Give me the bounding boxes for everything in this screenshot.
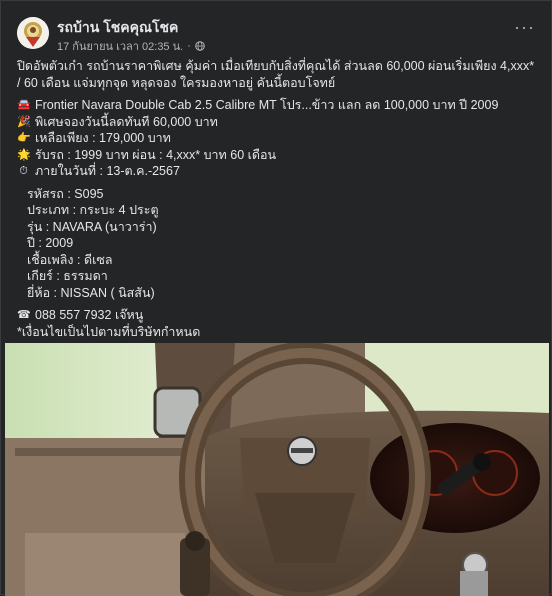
page-name-link[interactable]: รถบ้าน โชคคุณโชค: [57, 17, 178, 39]
post-photo[interactable]: [5, 343, 549, 596]
avatar-logo-icon: [17, 17, 49, 49]
spec-list: รหัสรถ : S095 ประเภท : กระบะ 4 ประตู รุ่…: [27, 186, 535, 302]
timer-icon: ⏱: [19, 165, 28, 177]
page-avatar[interactable]: [17, 17, 49, 49]
spec-item: รหัสรถ : S095: [27, 186, 104, 201]
phone-icon: ☎: [17, 309, 31, 321]
spec-item: ยี่ห้อ : NISSAN ( นิสสัน): [27, 285, 155, 300]
phone-line: ☎ 088 557 7932 เจ๊หนู: [17, 307, 535, 324]
post-card: รถบ้าน โชคคุณโชค 17 กันยายน เวลา 02:35 น…: [0, 0, 552, 596]
spec-item: ประเภท : กระบะ 4 ประตู: [27, 203, 159, 217]
car-interior-image: [5, 343, 549, 596]
spec-item: เชื้อเพลิง : ดีเซล: [27, 252, 113, 267]
post-header: รถบ้าน โชคคุณโชค 17 กันยายน เวลา 02:35 น…: [17, 15, 535, 55]
post-timestamp[interactable]: 17 กันยายน เวลา 02:35 น.: [57, 37, 183, 55]
more-options-button[interactable]: ···: [514, 18, 535, 36]
party-icon: 🎉: [17, 115, 31, 128]
spec-item: ปี : 2009: [27, 236, 74, 250]
post-body: ปิดอัพตัวเก๋า รถบ้านราคาพิเศษ คุ้มค่า เม…: [17, 58, 535, 340]
post-intro: ปิดอัพตัวเก๋า รถบ้านราคาพิเศษ คุ้มค่า เม…: [17, 59, 535, 90]
car-icon: 🚘: [17, 99, 31, 111]
disclaimer: *เงื่อนไขเป็นไปตามที่บริษัทกำหนด: [17, 324, 201, 339]
highlight-line: 🌟 รับรถ : 1999 บาท ผ่อน : 4,xxx* บาท 60 …: [17, 147, 277, 162]
contact-section: ☎ 088 557 7932 เจ๊หนู *เงื่อนไขเป็นไปตาม…: [17, 307, 535, 340]
spec-item: เกียร์ : ธรรมดา: [27, 269, 108, 283]
highlight-line: 👉 เหลือเพียง : 179,000 บาท: [17, 131, 171, 145]
spec-item: รุ่น : NAVARA (นาวาร่า): [27, 219, 157, 234]
post-meta: 17 กันยายน เวลา 02:35 น. ·: [57, 37, 205, 55]
highlight-line: ⏱ ภายในวันที่ : 13-ต.ค.-2567: [17, 163, 535, 180]
phone-number[interactable]: 088 557 7932 เจ๊หนู: [35, 307, 143, 324]
sun-icon: 🌟: [17, 148, 31, 161]
globe-icon: [195, 41, 205, 51]
highlight-line: 🎉 พิเศษจองวันนี้ลดทันที 60,000 บาท: [17, 114, 218, 129]
highlight-line: 🚘 Frontier Navara Double Cab 2.5 Calibre…: [17, 98, 499, 112]
pointing-hand-icon: 👉: [17, 132, 31, 144]
